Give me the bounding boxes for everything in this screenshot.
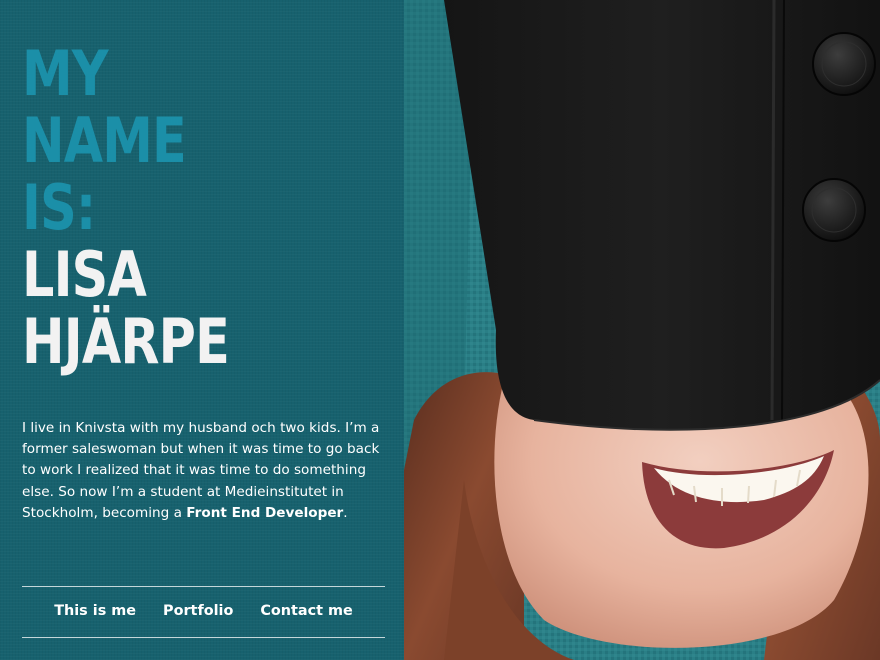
title-line-my: MY	[22, 37, 109, 110]
title-last-name: HJÄRPE	[22, 305, 230, 378]
nav-divider-top	[22, 586, 385, 587]
profile-photo	[404, 0, 880, 660]
bio-paragraph: I live in Knivsta with my husband och tw…	[22, 418, 384, 524]
main-nav: This is me Portfolio Contact me	[22, 598, 385, 624]
bio-end: .	[343, 504, 348, 521]
intro-panel: MY NAME IS: LISA HJÄRPE I live in Knivst…	[0, 0, 404, 660]
page-title: MY NAME IS: LISA HJÄRPE	[22, 37, 230, 378]
title-line-is: IS:	[22, 171, 96, 244]
nav-link-contact-me[interactable]: Contact me	[260, 598, 352, 624]
bio-highlight: Front End Developer	[186, 504, 344, 521]
nav-link-portfolio[interactable]: Portfolio	[163, 598, 233, 624]
nav-link-this-is-me[interactable]: This is me	[54, 598, 136, 624]
nav-divider-bottom	[22, 637, 385, 638]
title-first-name: LISA	[22, 238, 147, 311]
page: MY NAME IS: LISA HJÄRPE I live in Knivst…	[0, 0, 880, 660]
title-line-name: NAME	[22, 104, 187, 177]
